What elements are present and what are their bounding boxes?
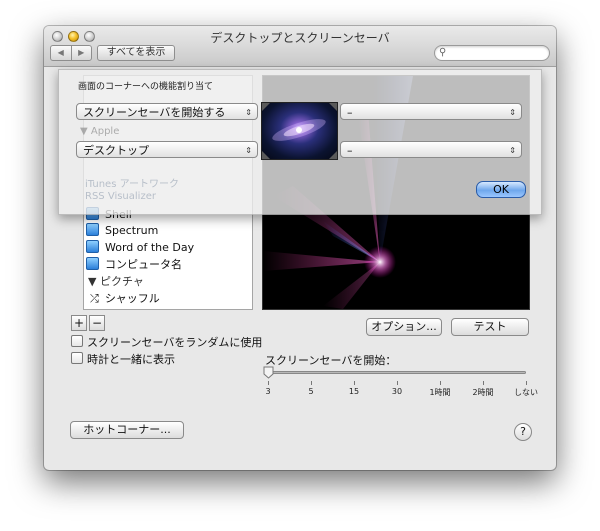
top-right-corner-select[interactable]: – ⇕ (340, 103, 522, 120)
slider-tick-label: 30 (391, 387, 403, 396)
screensaver-icon (86, 223, 99, 236)
slider-tick-label: 1時間 (429, 388, 451, 397)
screen-corners-thumbnail (261, 102, 338, 160)
rss-visualizer-item: RSS Visualizer (85, 191, 156, 202)
top-left-corner-select[interactable]: スクリーンセーバを開始する ⇕ (76, 103, 258, 120)
options-button[interactable]: オプション... (366, 318, 442, 336)
slider-tick-label: 15 (348, 387, 360, 396)
help-button[interactable]: ? (514, 423, 532, 441)
show-clock-checkbox[interactable]: 時計と一緒に表示 (71, 352, 175, 366)
slider-tick (311, 381, 312, 385)
back-button[interactable]: ◀ (51, 46, 72, 60)
select-arrows-icon: ⇕ (245, 108, 252, 117)
ok-button[interactable]: OK (476, 181, 526, 198)
select-arrows-icon: ⇕ (509, 108, 516, 117)
sheet-title: 画面のコーナーへの機能割り当て (78, 82, 214, 92)
shuffle-item[interactable]: ⤮ シャッフル (90, 291, 160, 307)
list-item[interactable]: Spectrum (86, 223, 158, 239)
forward-button[interactable]: ▶ (72, 46, 92, 60)
corner-marker (262, 151, 270, 159)
start-after-label: スクリーンセーバを開始： (265, 354, 397, 367)
test-button[interactable]: テスト (451, 318, 529, 336)
start-slider-thumb[interactable] (263, 366, 274, 379)
search-input[interactable]: ⚲ (434, 45, 550, 61)
remove-button[interactable]: − (89, 315, 105, 331)
start-slider-track[interactable] (268, 371, 526, 374)
list-item[interactable]: Word of the Day (86, 240, 194, 256)
bottom-left-corner-select[interactable]: デスクトップ ⇕ (76, 141, 258, 158)
corner-marker (329, 151, 337, 159)
show-all-button[interactable]: すべてを表示 (97, 45, 175, 61)
galaxy-thumbnail-art (262, 103, 337, 159)
slider-tick-label: しない (514, 388, 538, 397)
screensaver-icon (86, 240, 99, 253)
slider-tick (440, 381, 441, 385)
itunes-artwork-item: iTunes アートワーク (85, 179, 179, 190)
slider-tick (483, 381, 484, 385)
pictures-group-header[interactable]: ▼ ピクチャ (88, 274, 144, 290)
hot-corners-button[interactable]: ホットコーナー... (70, 421, 184, 439)
back-forward-control: ◀ ▶ (50, 45, 92, 61)
slider-tick (268, 381, 269, 385)
slider-tick (526, 381, 527, 385)
add-button[interactable]: + (71, 315, 87, 331)
screensaver-icon (86, 257, 99, 270)
search-icon: ⚲ (439, 47, 447, 58)
random-screensaver-checkbox[interactable]: スクリーンセーバをランダムに使用 (71, 335, 262, 349)
checkbox-box[interactable] (71, 335, 83, 347)
slider-tick-label: 5 (308, 387, 314, 396)
title-bar: デスクトップとスクリーンセーバ ◀ ▶ すべてを表示 ⚲ (44, 26, 556, 67)
disclosure-triangle-icon[interactable]: ▼ (88, 275, 96, 288)
list-item[interactable]: コンピュータ名 (86, 257, 182, 273)
window-title: デスクトップとスクリーンセーバ (210, 31, 390, 45)
slider-tick-label: 3 (265, 387, 271, 396)
slider-tick-label: 2時間 (472, 388, 494, 397)
corner-marker (329, 103, 337, 111)
bottom-right-corner-select[interactable]: – ⇕ (340, 141, 522, 158)
apple-group-header: ▼ Apple (80, 126, 120, 137)
select-arrows-icon: ⇕ (245, 146, 252, 155)
slider-tick (397, 381, 398, 385)
checkbox-box[interactable] (71, 352, 83, 364)
select-arrows-icon: ⇕ (509, 146, 516, 155)
corner-marker (262, 103, 270, 111)
shuffle-icon: ⤮ (90, 292, 99, 305)
slider-tick (354, 381, 355, 385)
